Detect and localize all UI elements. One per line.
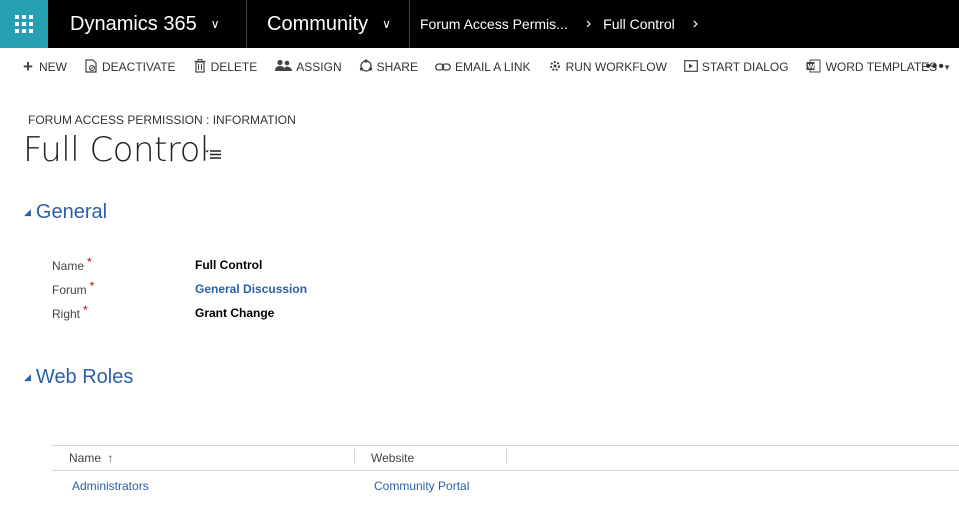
sort-ascending-icon: ↑	[107, 451, 114, 465]
delete-label: DELETE	[210, 60, 258, 74]
email-link-label: EMAIL A LINK	[454, 60, 531, 74]
chevron-right-icon[interactable]: ›	[675, 0, 710, 48]
chevron-down-icon: ∨	[210, 17, 220, 31]
forum-lookup-link[interactable]: General Discussion	[195, 282, 307, 296]
share-button[interactable]: SHARE	[359, 58, 418, 76]
right-field-value[interactable]: Grant Change	[195, 306, 274, 320]
start-dialog-label: START DIALOG	[701, 60, 789, 74]
top-nav-bar: Dynamics 365 ∨ Community ∨ Forum Access …	[0, 0, 959, 48]
app-switcher[interactable]: Dynamics 365 ∨	[48, 0, 247, 48]
share-label: SHARE	[376, 60, 418, 74]
plus-icon: +	[23, 57, 33, 76]
collapse-triangle-icon: ◢	[24, 207, 31, 217]
workflow-icon	[548, 59, 562, 76]
app-launcher-button[interactable]	[0, 0, 48, 48]
app-name: Dynamics 365	[70, 12, 197, 35]
section-general-title: General	[35, 201, 108, 223]
assign-label: ASSIGN	[296, 60, 342, 74]
breadcrumb-entity-label: Forum Access Permis...	[420, 16, 568, 32]
website-link[interactable]: Community Portal	[374, 479, 469, 493]
chevron-right-icon: ›	[585, 15, 592, 32]
new-button[interactable]: + NEW	[21, 57, 67, 77]
entity-form-label: FORUM ACCESS PERMISSION : INFORMATION	[28, 113, 296, 127]
word-icon: W	[806, 59, 822, 76]
deactivate-icon	[84, 58, 98, 76]
breadcrumb-record-label: Full Control	[603, 16, 675, 32]
forum-field-label: Forum *	[52, 279, 95, 297]
link-icon	[435, 60, 451, 75]
column-resize-handle[interactable]	[354, 449, 355, 463]
deactivate-label: DEACTIVATE	[102, 60, 176, 74]
name-field-value[interactable]: Full Control	[195, 258, 262, 272]
grid-top-divider	[52, 445, 959, 446]
required-indicator: *	[87, 255, 92, 269]
form-selector-button[interactable]	[205, 147, 221, 163]
word-templates-label: WORD TEMPLATES	[825, 60, 938, 74]
name-field-label: Name *	[52, 255, 92, 273]
column-header-website[interactable]: Website	[371, 451, 414, 465]
required-indicator: *	[89, 279, 95, 293]
required-indicator: *	[83, 303, 88, 317]
command-bar: + NEW DEACTIVATE DELETE ASSIGN SHARE EMA…	[0, 48, 959, 86]
run-workflow-button[interactable]: RUN WORKFLOW	[548, 59, 667, 76]
trash-icon	[193, 58, 207, 76]
share-icon	[359, 58, 373, 76]
breadcrumb-record[interactable]: Full Control	[603, 0, 675, 48]
section-web-roles-header[interactable]: ◢ Web Roles	[24, 366, 133, 389]
people-icon	[274, 59, 292, 75]
collapse-triangle-icon: ◢	[24, 372, 31, 382]
section-general-header[interactable]: ◢ General	[24, 201, 107, 224]
breadcrumb-entity[interactable]: Forum Access Permis...	[410, 0, 568, 48]
deactivate-button[interactable]: DEACTIVATE	[84, 58, 176, 76]
web-role-name-link[interactable]: Administrators	[72, 479, 149, 493]
waffle-icon	[15, 15, 33, 33]
chevron-down-icon: ∨	[382, 17, 391, 31]
column-header-name[interactable]: Name ↑	[69, 451, 113, 465]
svg-text:W: W	[808, 62, 815, 70]
grid-header-divider	[52, 470, 959, 471]
form-list-icon	[205, 150, 221, 159]
assign-button[interactable]: ASSIGN	[274, 59, 342, 75]
play-icon	[683, 59, 698, 75]
column-resize-handle[interactable]	[506, 449, 507, 463]
right-field-label: Right *	[52, 303, 88, 321]
ellipsis-icon: •••	[925, 58, 945, 75]
section-web-roles-title: Web Roles	[35, 366, 134, 388]
new-label: NEW	[39, 60, 67, 74]
more-commands-button[interactable]: •••	[925, 58, 945, 76]
page-title: Full Control	[23, 130, 209, 170]
start-dialog-button[interactable]: START DIALOG	[683, 59, 789, 75]
delete-button[interactable]: DELETE	[193, 58, 258, 76]
email-link-button[interactable]: EMAIL A LINK	[435, 60, 531, 75]
area-name: Community	[267, 12, 369, 35]
area-switcher[interactable]: Community ∨	[247, 0, 410, 48]
run-workflow-label: RUN WORKFLOW	[565, 60, 667, 74]
